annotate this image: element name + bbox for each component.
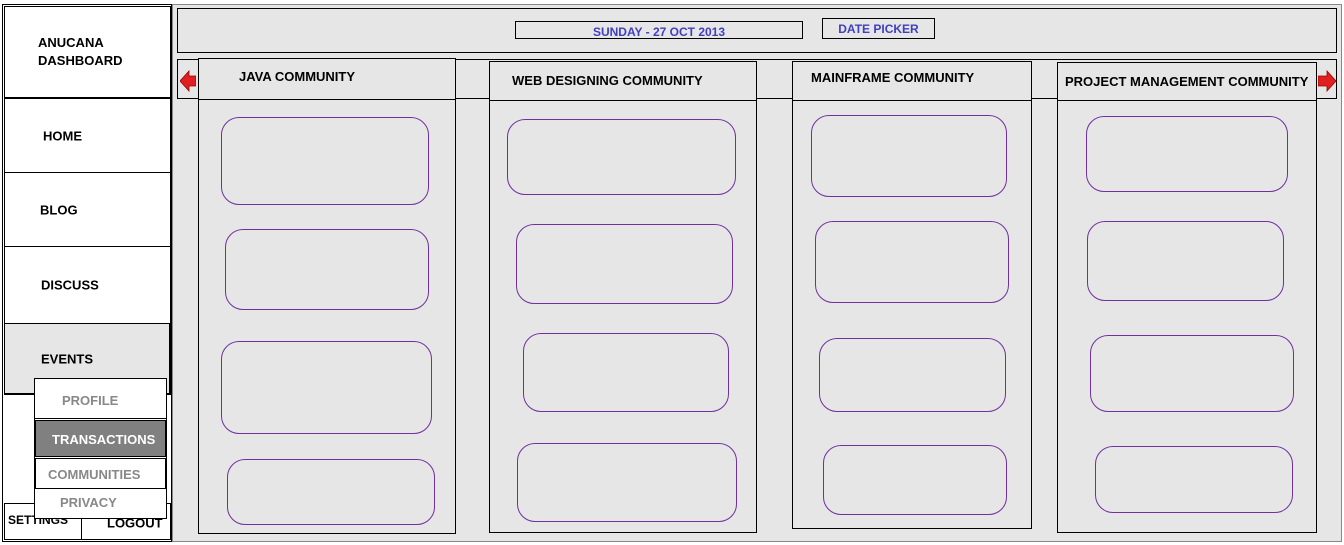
sidebar-item-label: BLOG xyxy=(40,202,78,217)
date-picker-label: DATE PICKER xyxy=(838,22,919,36)
community-column-java: JAVA COMMUNITY xyxy=(198,58,456,534)
community-card[interactable] xyxy=(517,443,737,522)
menu-item-label: TRANSACTIONS xyxy=(52,432,156,447)
community-card[interactable] xyxy=(1087,221,1284,301)
date-display: SUNDAY - 27 OCT 2013 xyxy=(515,21,803,39)
header-divider xyxy=(199,99,455,100)
community-card[interactable] xyxy=(1086,116,1288,192)
header-divider xyxy=(490,100,756,101)
community-card[interactable] xyxy=(227,459,435,525)
menu-item-communities[interactable]: COMMUNITIES xyxy=(35,458,166,489)
community-card[interactable] xyxy=(221,341,432,434)
community-card[interactable] xyxy=(225,229,429,310)
sidebar-item-label: DISCUSS xyxy=(41,277,99,293)
sidebar-item-label: EVENTS xyxy=(41,351,94,366)
arrow-left-icon[interactable] xyxy=(180,70,196,92)
community-card[interactable] xyxy=(811,115,1007,197)
arrow-right-icon[interactable] xyxy=(1318,70,1336,92)
community-card[interactable] xyxy=(1095,446,1293,513)
community-card[interactable] xyxy=(823,445,1007,515)
menu-item-label: PROFILE xyxy=(62,393,119,408)
community-title: JAVA COMMUNITY xyxy=(239,69,356,84)
community-column-mainframe: MAINFRAME COMMUNITY xyxy=(792,61,1032,529)
community-column-project-management: PROJECT MANAGEMENT COMMUNITY xyxy=(1057,62,1317,533)
header-divider xyxy=(1058,100,1316,101)
sidebar-item-discuss[interactable]: DISCUSS xyxy=(4,246,171,324)
community-card[interactable] xyxy=(815,221,1009,303)
sidebar-item-home[interactable]: HOME xyxy=(4,98,171,173)
community-card[interactable] xyxy=(221,117,429,205)
community-title: MAINFRAME COMMUNITY xyxy=(811,70,975,85)
menu-item-privacy[interactable]: PRIVACY xyxy=(35,489,166,519)
sidebar-logo: ANUCANA DASHBOARD xyxy=(4,6,171,98)
community-card[interactable] xyxy=(507,119,736,195)
sidebar-item-blog[interactable]: BLOG xyxy=(4,172,171,247)
community-card[interactable] xyxy=(1090,335,1294,412)
menu-item-label: PRIVACY xyxy=(60,495,117,510)
community-card[interactable] xyxy=(523,333,729,412)
date-picker-button[interactable]: DATE PICKER xyxy=(822,18,935,39)
date-text: SUNDAY - 27 OCT 2013 xyxy=(592,25,726,39)
logo-text: ANUCANA DASHBOARD xyxy=(38,35,123,68)
header-divider xyxy=(793,100,1031,101)
menu-item-transactions[interactable]: TRANSACTIONS xyxy=(35,420,166,457)
menu-item-profile[interactable]: PROFILE xyxy=(35,379,166,419)
menu-item-label: COMMUNITIES xyxy=(48,467,141,482)
community-card[interactable] xyxy=(819,338,1006,412)
sidebar-item-label: HOME xyxy=(43,128,82,143)
community-column-web-designing: WEB DESIGNING COMMUNITY xyxy=(489,61,757,533)
community-title: PROJECT MANAGEMENT COMMUNITY xyxy=(1065,74,1309,89)
events-dropdown: PROFILE TRANSACTIONS COMMUNITIES PRIVACY xyxy=(34,378,167,519)
community-title: WEB DESIGNING COMMUNITY xyxy=(512,73,703,88)
community-card[interactable] xyxy=(516,224,733,304)
